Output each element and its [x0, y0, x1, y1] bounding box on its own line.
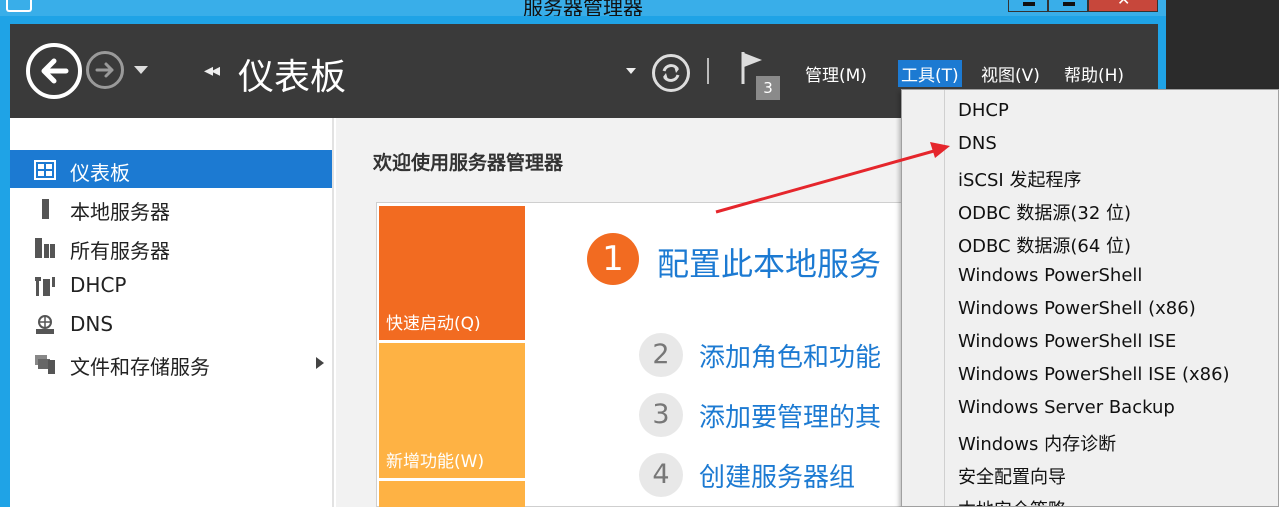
breadcrumb-chevron-icon[interactable]: ◂◂: [204, 60, 220, 81]
tools-menu-item-odbc-64[interactable]: ODBC 数据源(64 位): [958, 232, 1131, 258]
tools-menu-item-server-backup[interactable]: Windows Server Backup: [958, 397, 1175, 418]
menu-tools[interactable]: 工具(T): [898, 60, 962, 87]
local-server-icon: [42, 199, 49, 219]
sidebar: 仪表板 本地服务器 所有服务器 DHCP DNS 文件和存储服务: [10, 118, 334, 507]
quick-start-label: 快速启动(Q): [386, 314, 481, 334]
tools-menu-item-local-security-policy[interactable]: 本地安全策略: [958, 496, 1066, 506]
sidebar-item-label: DHCP: [70, 273, 127, 297]
sidebar-item-label: 本地服务器: [70, 200, 170, 224]
tools-menu-item-iscsi[interactable]: iSCSI 发起程序: [958, 166, 1081, 192]
arrow-right-icon: [95, 62, 114, 78]
sidebar-item-label: 仪表板: [70, 161, 130, 185]
tools-menu-item-memory-diagnostic[interactable]: Windows 内存诊断: [958, 430, 1116, 456]
tools-menu-item-security-wizard[interactable]: 安全配置向导: [958, 463, 1066, 489]
tools-menu-item-powershell-ise-x86[interactable]: Windows PowerShell ISE (x86): [958, 364, 1230, 385]
whats-new-label: 新增功能(W): [386, 452, 485, 472]
screen: 服务器管理器 ◂◂ 仪表板: [0, 0, 1279, 507]
learn-more-tile[interactable]: [379, 481, 525, 507]
expand-arrow-icon[interactable]: [316, 357, 324, 369]
step-number-3: 3: [639, 393, 683, 437]
whats-new-tile[interactable]: 新增功能(W): [379, 343, 525, 478]
minimize-button[interactable]: [1008, 0, 1048, 12]
step-link-add-roles[interactable]: 添加角色和功能: [699, 337, 881, 374]
sidebar-item-file-storage[interactable]: 文件和存储服务: [10, 344, 332, 382]
step-number-2: 2: [639, 333, 683, 377]
tools-menu-item-dhcp[interactable]: DHCP: [958, 100, 1009, 121]
sidebar-item-label: DNS: [70, 312, 114, 336]
toolbar-separator: [707, 58, 709, 84]
quick-start-tile[interactable]: 快速启动(Q): [379, 206, 525, 340]
chevron-down-icon[interactable]: [626, 68, 636, 74]
welcome-title: 欢迎使用服务器管理器: [373, 152, 564, 174]
sidebar-item-dns[interactable]: DNS: [10, 305, 332, 343]
menu-help[interactable]: 帮助(H): [1061, 60, 1127, 87]
sidebar-item-all-servers[interactable]: 所有服务器: [10, 228, 332, 266]
page-title: 仪表板: [238, 57, 347, 98]
menu-separator: [944, 90, 945, 506]
tools-menu-item-odbc-32[interactable]: ODBC 数据源(32 位): [958, 199, 1131, 225]
tools-menu-item-powershell-x86[interactable]: Windows PowerShell (x86): [958, 298, 1196, 319]
nav-history-dropdown-icon[interactable]: [134, 66, 148, 74]
menu-manage[interactable]: 管理(M): [802, 60, 870, 87]
all-servers-icon: [35, 238, 55, 258]
back-button[interactable]: [26, 43, 82, 99]
tools-menu-dropdown: DHCP DNS iSCSI 发起程序 ODBC 数据源(32 位) ODBC …: [901, 89, 1279, 507]
tools-menu-item-powershell-ise[interactable]: Windows PowerShell ISE: [958, 331, 1176, 352]
sidebar-item-dashboard[interactable]: 仪表板: [10, 150, 332, 188]
file-storage-icon: [35, 355, 55, 374]
arrow-left-icon: [41, 58, 69, 84]
menu-view[interactable]: 视图(V): [978, 60, 1043, 87]
sidebar-item-label: 文件和存储服务: [70, 355, 210, 379]
refresh-icon: [662, 64, 680, 82]
dhcp-icon: [35, 277, 55, 296]
forward-button[interactable]: [86, 51, 124, 89]
step-number-4: 4: [639, 453, 683, 497]
step-link-create-server-group[interactable]: 创建服务器组: [699, 457, 855, 494]
sidebar-item-dhcp[interactable]: DHCP: [10, 266, 332, 304]
tools-menu-item-powershell[interactable]: Windows PowerShell: [958, 265, 1142, 286]
notification-count-badge: 3: [756, 76, 780, 100]
window-title: 服务器管理器: [523, 0, 643, 16]
close-button[interactable]: [1088, 0, 1158, 12]
maximize-button[interactable]: [1048, 0, 1088, 12]
sidebar-item-local-server[interactable]: 本地服务器: [10, 189, 332, 227]
refresh-button[interactable]: [652, 54, 690, 92]
step-link-add-servers[interactable]: 添加要管理的其: [699, 397, 881, 434]
tools-menu-item-dns[interactable]: DNS: [958, 133, 997, 154]
dns-icon: [36, 315, 54, 334]
sidebar-item-label: 所有服务器: [70, 239, 170, 263]
title-bar[interactable]: 服务器管理器: [0, 0, 1166, 16]
step-number-1: 1: [587, 233, 639, 285]
step-link-configure-local-server[interactable]: 配置此本地服务: [657, 239, 881, 285]
dashboard-icon: [34, 160, 56, 180]
